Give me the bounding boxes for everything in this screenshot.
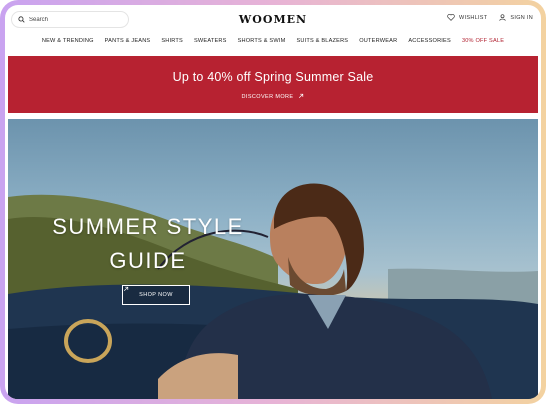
main-navigation: NEW & TRENDING PANTS & JEANS SHIRTS SWEA… xyxy=(5,38,541,52)
site-header: WOOMEN WISHLIST SIGN IN xyxy=(5,5,541,37)
signin-link[interactable]: SIGN IN xyxy=(499,14,533,21)
header-actions: WISHLIST SIGN IN xyxy=(447,14,533,21)
wishlist-label: WISHLIST xyxy=(459,14,488,21)
shop-now-label: SHOP NOW xyxy=(139,292,173,298)
browser-viewport: WOOMEN WISHLIST SIGN IN NEW & xyxy=(5,5,541,399)
user-icon xyxy=(499,14,507,21)
signin-label: SIGN IN xyxy=(510,14,533,21)
hero-title-line-2: GUIDE xyxy=(109,248,187,273)
arrow-up-right-icon xyxy=(299,93,304,99)
nav-item-suits-blazers[interactable]: SUITS & BLAZERS xyxy=(296,38,348,52)
nav-item-accessories[interactable]: ACCESSORIES xyxy=(408,38,451,52)
nav-item-shorts-swim[interactable]: SHORTS & SWIM xyxy=(238,38,286,52)
device-frame: WOOMEN WISHLIST SIGN IN NEW & xyxy=(0,0,546,404)
hero-title: SUMMER STYLE GUIDE xyxy=(48,210,248,278)
nav-item-shirts[interactable]: SHIRTS xyxy=(161,38,183,52)
promo-banner: Up to 40% off Spring Summer Sale DISCOVE… xyxy=(8,56,538,113)
nav-item-new-trending[interactable]: NEW & TRENDING xyxy=(42,38,94,52)
promo-title: Up to 40% off Spring Summer Sale xyxy=(172,70,374,84)
arrow-up-right-icon xyxy=(123,286,129,292)
nav-item-outerwear[interactable]: OUTERWEAR xyxy=(359,38,397,52)
nav-item-pants-jeans[interactable]: PANTS & JEANS xyxy=(105,38,151,52)
nav-item-sweaters[interactable]: SWEATERS xyxy=(194,38,227,52)
discover-more-label: DISCOVER MORE xyxy=(241,94,294,100)
discover-more-link[interactable]: DISCOVER MORE xyxy=(8,93,538,100)
hero-banner: SUMMER STYLE GUIDE SHOP NOW xyxy=(8,119,538,399)
shop-now-button[interactable]: SHOP NOW xyxy=(122,285,190,305)
wishlist-link[interactable]: WISHLIST xyxy=(447,14,487,21)
hero-title-line-1: SUMMER STYLE xyxy=(52,214,244,239)
nav-item-sale[interactable]: 30% OFF SALE xyxy=(462,38,504,52)
heart-icon xyxy=(447,14,455,21)
